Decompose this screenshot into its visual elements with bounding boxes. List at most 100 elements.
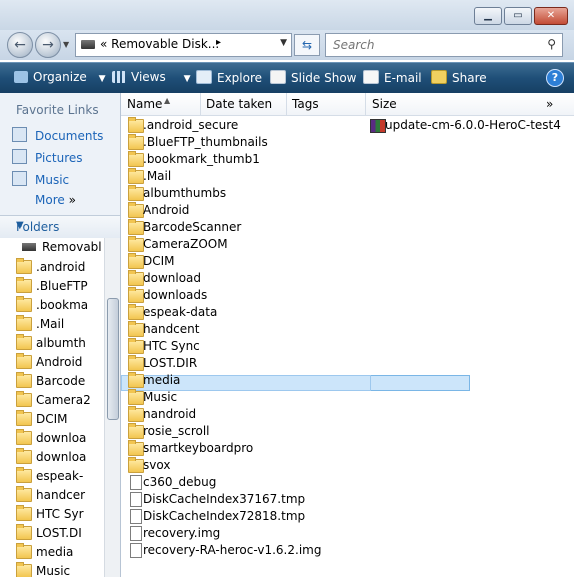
column-date-taken[interactable]: Date taken: [206, 97, 272, 111]
search-input[interactable]: [331, 37, 535, 53]
favorite-more[interactable]: More »: [35, 193, 76, 207]
more-arrows-icon: »: [68, 193, 76, 207]
folder-icon: [16, 505, 32, 521]
folder-icon: [128, 304, 144, 320]
folder-icon: [16, 391, 32, 407]
folders-header[interactable]: Folders ▼: [0, 215, 120, 239]
folder-icon: [16, 277, 32, 293]
tree-item[interactable]: .Mail: [16, 315, 64, 333]
column-divider[interactable]: [200, 93, 201, 115]
folder-icon: [16, 258, 32, 274]
explore-icon: [196, 70, 212, 84]
help-button[interactable]: ?: [546, 69, 564, 87]
folder-icon: [128, 338, 144, 354]
folder-icon: [16, 562, 32, 577]
tree-item[interactable]: .BlueFTP: [16, 277, 88, 295]
address-row: ← → ▼ « Removable Disk... ▸ ▼ ⇆ ⚲: [0, 30, 574, 60]
folder-tree-scrollbar[interactable]: [104, 238, 120, 577]
folder-icon: [128, 355, 144, 371]
back-button[interactable]: ←: [7, 32, 33, 58]
favorite-music[interactable]: Music: [12, 171, 69, 187]
tree-item[interactable]: .android: [16, 258, 85, 276]
close-button[interactable]: ✕: [534, 7, 568, 25]
slide-show-button[interactable]: Slide Show: [270, 70, 356, 85]
views-button[interactable]: Views ▼: [112, 70, 190, 84]
file-icon: [130, 526, 142, 541]
tree-item[interactable]: DCIM: [16, 410, 68, 428]
email-button[interactable]: E-mail: [363, 70, 422, 85]
address-path[interactable]: Removable Disk...: [111, 37, 219, 51]
folder-icon: [16, 524, 32, 540]
tree-item[interactable]: Camera2: [16, 391, 91, 409]
folder-icon: [128, 168, 144, 184]
folder-icon: [16, 448, 32, 464]
forward-button[interactable]: →: [35, 32, 61, 58]
column-divider[interactable]: [365, 93, 366, 115]
address-dropdown-icon[interactable]: ▼: [280, 38, 287, 48]
folder-icon: [16, 353, 32, 369]
search-icon[interactable]: ⚲: [547, 37, 556, 51]
column-divider[interactable]: [286, 93, 287, 115]
column-header: Name ▲ Date taken Tags Size »: [121, 93, 574, 116]
breadcrumb-arrow-icon[interactable]: ▸: [216, 37, 221, 48]
back-arrow-icon: ←: [14, 37, 26, 53]
organize-button[interactable]: Organize ▼: [14, 70, 106, 84]
file-icon: [130, 543, 142, 558]
scrollbar-thumb[interactable]: [107, 298, 119, 420]
file-icon: [130, 492, 142, 507]
folder-icon: [128, 270, 144, 286]
path-overflow-chevron[interactable]: «: [100, 37, 107, 51]
folder-icon: [128, 202, 144, 218]
favorite-documents[interactable]: Documents: [12, 127, 103, 143]
folder-icon: [128, 372, 144, 388]
folder-icon: [128, 117, 144, 133]
tree-item[interactable]: Barcode: [16, 372, 85, 390]
share-button[interactable]: Share: [431, 70, 487, 85]
favorite-pictures[interactable]: Pictures: [12, 149, 83, 165]
favorite-links-heading: Favorite Links: [16, 103, 99, 117]
tree-root-drive[interactable]: Removabl: [22, 238, 102, 256]
music-icon: [12, 171, 27, 186]
refresh-button[interactable]: ⇆: [294, 34, 320, 56]
folder-icon: [16, 296, 32, 312]
tree-item[interactable]: media: [16, 543, 73, 561]
organize-icon: [14, 71, 28, 83]
explore-button[interactable]: Explore: [196, 70, 262, 85]
folder-icon: [128, 185, 144, 201]
column-tags[interactable]: Tags: [292, 97, 319, 111]
views-icon: [112, 71, 126, 83]
chevron-down-icon: ▼: [16, 220, 24, 231]
tree-item[interactable]: .bookma: [16, 296, 88, 314]
folder-icon: [128, 423, 144, 439]
maximize-button[interactable]: ▭: [504, 7, 532, 25]
navigation-pane: Favorite Links Documents Pictures Music …: [0, 93, 121, 577]
tree-item[interactable]: albumth: [16, 334, 86, 352]
tree-item[interactable]: downloa: [16, 448, 86, 466]
folder-tree: Removabl .android .BlueFTP .bookma .Mail…: [0, 238, 104, 577]
folder-icon: [128, 406, 144, 422]
minimize-button[interactable]: ▁: [474, 7, 502, 25]
column-name[interactable]: Name ▲: [127, 96, 170, 111]
email-icon: [363, 70, 379, 84]
tree-item[interactable]: LOST.DI: [16, 524, 82, 542]
column-size[interactable]: Size: [372, 97, 397, 111]
more-columns-icon[interactable]: »: [546, 97, 553, 111]
tree-item[interactable]: espeak-: [16, 467, 83, 485]
file-list-pane: Name ▲ Date taken Tags Size » .android_se…: [121, 93, 574, 577]
search-box[interactable]: ⚲: [325, 33, 563, 57]
folder-icon: [128, 236, 144, 252]
recent-pages-dropdown[interactable]: ▼: [63, 40, 69, 49]
folder-icon: [128, 253, 144, 269]
tree-item[interactable]: HTC Syr: [16, 505, 84, 523]
folder-icon: [16, 410, 32, 426]
folder-icon: [128, 457, 144, 473]
folder-icon: [128, 219, 144, 235]
title-bar: ▁ ▭ ✕: [0, 0, 574, 30]
tree-item[interactable]: downloa: [16, 429, 86, 447]
refresh-icon: ⇆: [301, 38, 313, 52]
window-controls: ▁ ▭ ✕: [474, 7, 568, 25]
tree-item[interactable]: Android: [16, 353, 82, 371]
address-bar[interactable]: « Removable Disk... ▸ ▼: [75, 33, 292, 57]
tree-item[interactable]: Music: [16, 562, 70, 577]
tree-item[interactable]: handcer: [16, 486, 85, 504]
